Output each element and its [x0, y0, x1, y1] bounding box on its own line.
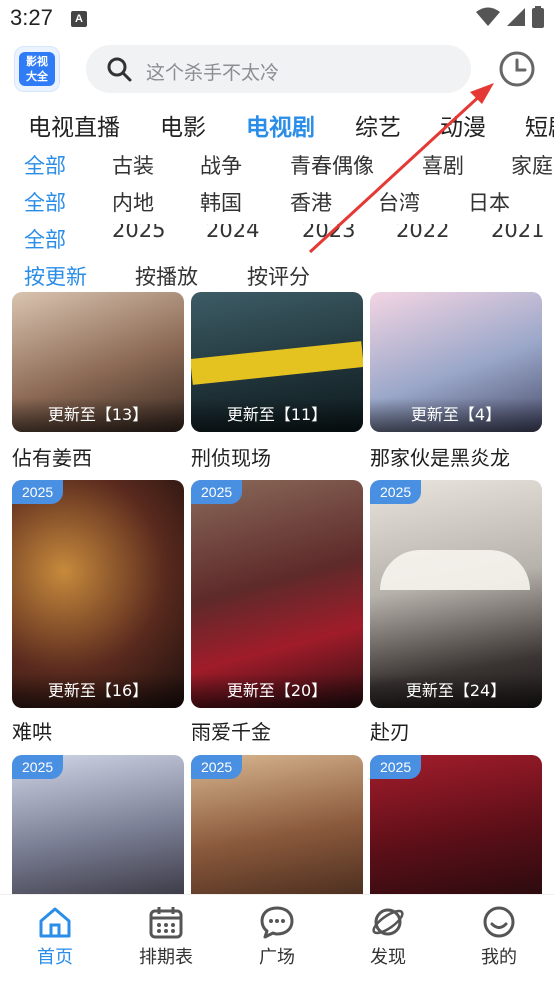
poster-image: 更新至【13】 [12, 292, 184, 432]
region-all[interactable]: 全部 [24, 187, 66, 217]
header: 影视 大全 这个杀手不太冷 [0, 40, 554, 98]
poster-tape-stripe [191, 341, 363, 385]
nav-mine[interactable]: 我的 [444, 905, 554, 969]
drama-title: 刑侦现场 [191, 446, 271, 470]
poster-umbrella [380, 550, 530, 590]
tab-movie[interactable]: 电影 [160, 108, 206, 142]
update-badge: 更新至【20】 [191, 674, 363, 708]
tab-tv-series[interactable]: 电视剧 [246, 108, 315, 142]
sort-by-update[interactable]: 按更新 [24, 261, 87, 291]
poster-image: 2025 [12, 755, 184, 894]
home-icon [39, 907, 71, 938]
tab-tv-live[interactable]: 电视直播 [28, 108, 120, 142]
nav-discover-label: 发现 [370, 947, 406, 968]
sort-row: 按更新 按播放 按评分 [0, 261, 554, 295]
genre-costume[interactable]: 古装 [112, 150, 154, 180]
region-filter-row: 全部 内地 韩国 香港 台湾 日本 [0, 187, 554, 221]
nav-mine-label: 我的 [481, 947, 517, 968]
app-logo[interactable]: 影视 大全 [14, 46, 60, 92]
region-taiwan[interactable]: 台湾 [378, 187, 420, 217]
year-2025[interactable]: 2025 [112, 224, 165, 242]
genre-comedy[interactable]: 喜剧 [422, 150, 464, 180]
update-badge: 更新至【24】 [370, 674, 542, 708]
year-badge: 2025 [370, 755, 422, 779]
status-time: 3:27 [10, 5, 53, 30]
genre-war[interactable]: 战争 [200, 150, 242, 180]
poster-image: 2025 [191, 755, 363, 894]
planet-icon [372, 908, 404, 936]
update-badge: 更新至【4】 [370, 398, 542, 432]
year-2021[interactable]: 2021 [491, 224, 544, 242]
history-clock-icon[interactable] [496, 48, 538, 90]
year-2023[interactable]: 2023 [302, 224, 355, 242]
genre-family[interactable]: 家庭 [511, 150, 553, 180]
nav-schedule-label: 排期表 [139, 947, 193, 968]
year-2024[interactable]: 2024 [206, 224, 259, 242]
year-badge: 2025 [12, 480, 64, 504]
app-logo-mark: 影视 大全 [19, 52, 55, 86]
genre-all[interactable]: 全部 [24, 150, 66, 180]
nav-plaza-label: 广场 [259, 947, 295, 968]
nav-home-label: 首页 [37, 947, 73, 968]
year-2022[interactable]: 2022 [396, 224, 449, 242]
calendar-icon [149, 907, 183, 939]
genre-filter-row: 全部 古装 战争 青春偶像 喜剧 家庭 [0, 150, 554, 184]
drama-title: 赴刃 [370, 720, 410, 744]
region-hongkong[interactable]: 香港 [290, 187, 332, 217]
poster-image: 2025 更新至【16】 [12, 480, 184, 708]
tab-variety[interactable]: 综艺 [355, 108, 401, 142]
drama-title: 那家伙是黑炎龙 [370, 446, 510, 470]
region-mainland[interactable]: 内地 [112, 187, 154, 217]
region-japan[interactable]: 日本 [468, 187, 510, 217]
drama-title: 雨爱千金 [191, 720, 271, 744]
poster-image: 更新至【11】 [191, 292, 363, 432]
year-badge: 2025 [191, 480, 243, 504]
region-korea[interactable]: 韩国 [200, 187, 242, 217]
year-badge: 2025 [12, 755, 64, 779]
tab-short-drama[interactable]: 短剧 [525, 108, 554, 142]
logo-text-top: 影视 [26, 55, 48, 68]
drama-grid: 更新至【13】 佔有姜西 更新至【11】 刑侦现场 更新至【4】 那家伙是黑炎龙… [0, 292, 554, 894]
nav-schedule[interactable]: 排期表 [111, 905, 221, 969]
poster-image: 2025 更新至【24】 [370, 480, 542, 708]
poster-image: 2025 [370, 755, 542, 894]
sort-by-rating[interactable]: 按评分 [247, 261, 310, 291]
nav-home[interactable]: 首页 [0, 905, 110, 969]
smile-icon [483, 906, 515, 938]
status-bar: 3:27 A [0, 0, 554, 36]
search-placeholder: 这个杀手不太冷 [146, 62, 280, 84]
bottom-nav: 首页 排期表 广场 发现 我的 [0, 894, 554, 986]
drama-title: 难哄 [12, 720, 52, 744]
year-badge: 2025 [191, 755, 243, 779]
update-badge: 更新至【16】 [12, 674, 184, 708]
battery-icon [532, 6, 544, 28]
tab-anime[interactable]: 动漫 [440, 108, 486, 142]
search-icon [107, 57, 132, 82]
search-input[interactable]: 这个杀手不太冷 [86, 45, 471, 93]
nav-plaza[interactable]: 广场 [222, 905, 332, 969]
update-badge: 更新至【13】 [12, 398, 184, 432]
chat-icon [260, 906, 294, 939]
poster-image: 更新至【4】 [370, 292, 542, 432]
signal-icon [507, 8, 525, 26]
status-icons [476, 6, 544, 28]
year-all[interactable]: 全部 [24, 224, 66, 254]
genre-youth[interactable]: 青春偶像 [290, 150, 374, 180]
drama-title: 佔有姜西 [12, 446, 92, 470]
update-badge: 更新至【11】 [191, 398, 363, 432]
wifi-icon [476, 7, 500, 26]
poster-image: 2025 更新至【20】 [191, 480, 363, 708]
nav-discover[interactable]: 发现 [333, 905, 443, 969]
year-filter-row: 全部 2025 2024 2023 2022 2021 [0, 224, 554, 258]
logo-text-bottom: 大全 [26, 70, 48, 83]
notification-icon: A [71, 11, 87, 27]
year-badge: 2025 [370, 480, 422, 504]
category-tabs: 电视直播 电影 电视剧 综艺 动漫 短剧 [0, 108, 554, 148]
sort-by-plays[interactable]: 按播放 [135, 261, 198, 291]
